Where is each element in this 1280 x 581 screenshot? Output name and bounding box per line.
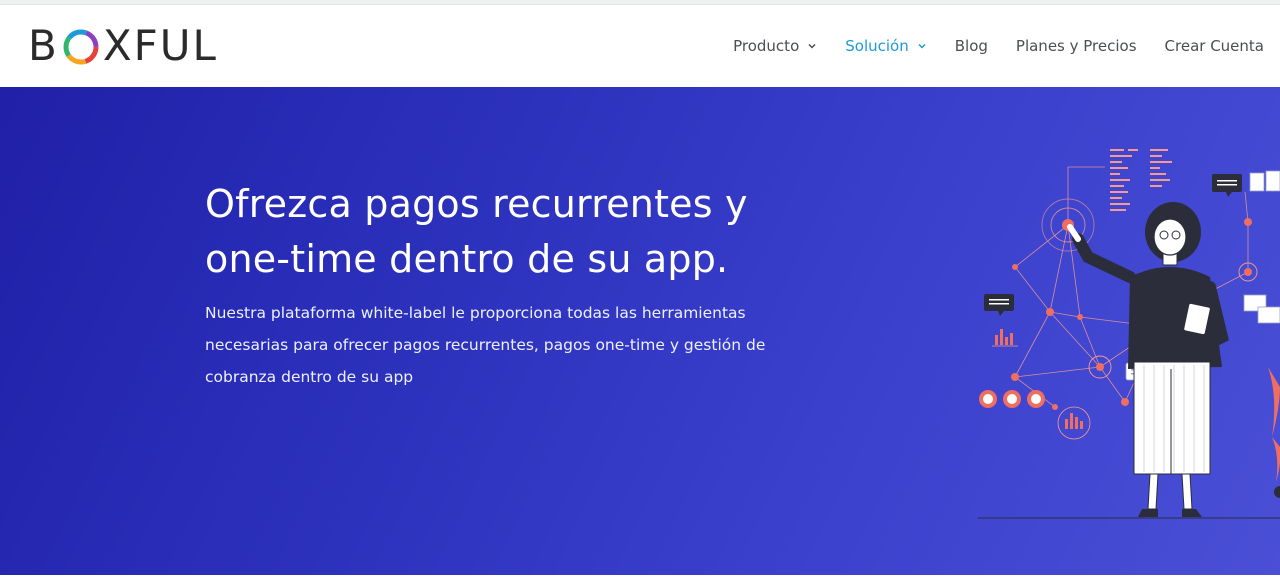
hero-title-line-2: one-time dentro de su app.	[205, 237, 729, 281]
main-nav: Producto Solución Blog Planes y Precios …	[705, 5, 1264, 87]
hero-subtitle: Nuestra plataforma white-label le propor…	[205, 297, 805, 393]
nav-item-label: Crear Cuenta	[1164, 37, 1264, 55]
logo-text-left: B	[28, 21, 59, 70]
nav-item-label: Producto	[733, 37, 800, 55]
woman-network-illustration	[978, 149, 1280, 519]
chevron-down-icon	[808, 43, 816, 49]
hero-title-line-1: Ofrezca pagos recurrentes y	[205, 182, 748, 226]
site-header: B XFUL Producto Solución Blog Planes y P…	[0, 5, 1280, 87]
hero-subtitle-line-2: necesarias para ofrecer pagos recurrente…	[205, 336, 766, 354]
nav-item-solucion[interactable]: Solución	[845, 37, 926, 55]
hero-title: Ofrezca pagos recurrentes y one-time den…	[205, 177, 825, 287]
hero-subtitle-line-3: cobranza dentro de su app	[205, 368, 414, 386]
nav-item-blog[interactable]: Blog	[955, 37, 988, 55]
nav-item-producto[interactable]: Producto	[733, 37, 817, 55]
hero-section: Ofrezca pagos recurrentes y one-time den…	[0, 87, 1280, 575]
bottom-border	[0, 575, 1280, 581]
hero-subtitle-line-1: Nuestra plataforma white-label le propor…	[205, 304, 746, 322]
nav-item-planes-precios[interactable]: Planes y Precios	[1016, 37, 1137, 55]
nav-item-label: Blog	[954, 37, 988, 55]
nav-item-crear-cuenta[interactable]: Crear Cuenta	[1165, 37, 1264, 55]
chevron-down-icon	[918, 43, 926, 49]
logo-ring-icon	[63, 29, 99, 65]
boxful-logo[interactable]: B XFUL	[28, 23, 218, 69]
nav-item-label: Solución	[845, 37, 909, 55]
logo-text-right: XFUL	[102, 21, 218, 70]
nav-item-label: Planes y Precios	[1015, 37, 1137, 55]
